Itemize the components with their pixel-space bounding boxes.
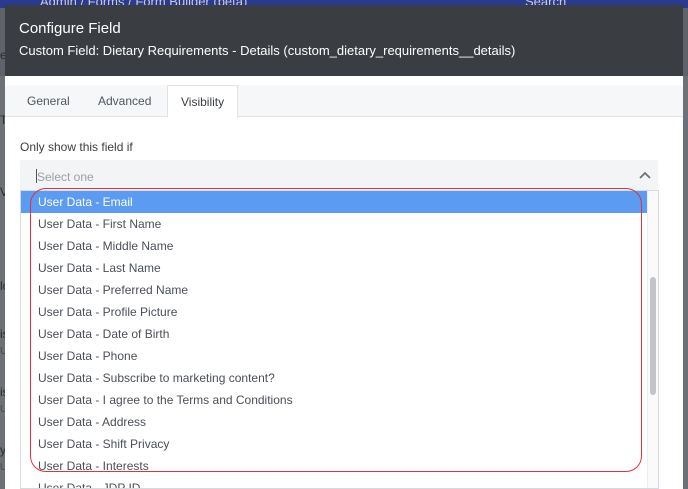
tab-visibility[interactable]: Visibility bbox=[167, 85, 239, 118]
dropdown-option[interactable]: User Data - Date of Birth bbox=[21, 323, 647, 345]
scrollbar-thumb[interactable] bbox=[650, 277, 656, 395]
dropdown-option[interactable]: User Data - Phone bbox=[21, 345, 647, 367]
dropdown-option[interactable]: User Data - Middle Name bbox=[21, 235, 647, 257]
modal-subtitle: Custom Field: Dietary Requirements - Det… bbox=[19, 43, 516, 58]
modal-header: Configure Field Custom Field: Dietary Re… bbox=[5, 5, 683, 76]
dropdown-option[interactable]: User Data - Address bbox=[21, 411, 647, 433]
dropdown-option[interactable]: User Data - Preferred Name bbox=[21, 279, 647, 301]
condition-select[interactable]: Select one bbox=[20, 160, 658, 191]
select-placeholder: Select one bbox=[37, 170, 94, 184]
tab-bar: General Advanced Visibility bbox=[5, 85, 683, 118]
dropdown-option[interactable]: User Data - First Name bbox=[21, 213, 647, 235]
dropdown-option[interactable]: User Data - JDP ID bbox=[21, 477, 647, 488]
chevron-up-icon[interactable] bbox=[638, 168, 652, 182]
options-dropdown[interactable]: User Data - Email User Data - First Name… bbox=[20, 190, 659, 489]
dropdown-option[interactable]: User Data - Shift Privacy bbox=[21, 433, 647, 455]
dropdown-option[interactable]: User Data - I agree to the Terms and Con… bbox=[21, 389, 647, 411]
visibility-condition-label: Only show this field if bbox=[20, 140, 133, 154]
dropdown-scrollbar[interactable] bbox=[647, 191, 658, 488]
tab-general[interactable]: General bbox=[14, 85, 83, 117]
dropdown-option[interactable]: User Data - Interests bbox=[21, 455, 647, 477]
dropdown-option[interactable]: User Data - Subscribe to marketing conte… bbox=[21, 367, 647, 389]
dropdown-option[interactable]: User Data - Last Name bbox=[21, 257, 647, 279]
dropdown-option[interactable]: User Data - Profile Picture bbox=[21, 301, 647, 323]
modal-title: Configure Field bbox=[19, 20, 121, 37]
dropdown-option[interactable]: User Data - Email bbox=[21, 191, 647, 213]
tab-advanced[interactable]: Advanced bbox=[85, 85, 164, 117]
configure-field-modal: Configure Field Custom Field: Dietary Re… bbox=[5, 5, 683, 489]
